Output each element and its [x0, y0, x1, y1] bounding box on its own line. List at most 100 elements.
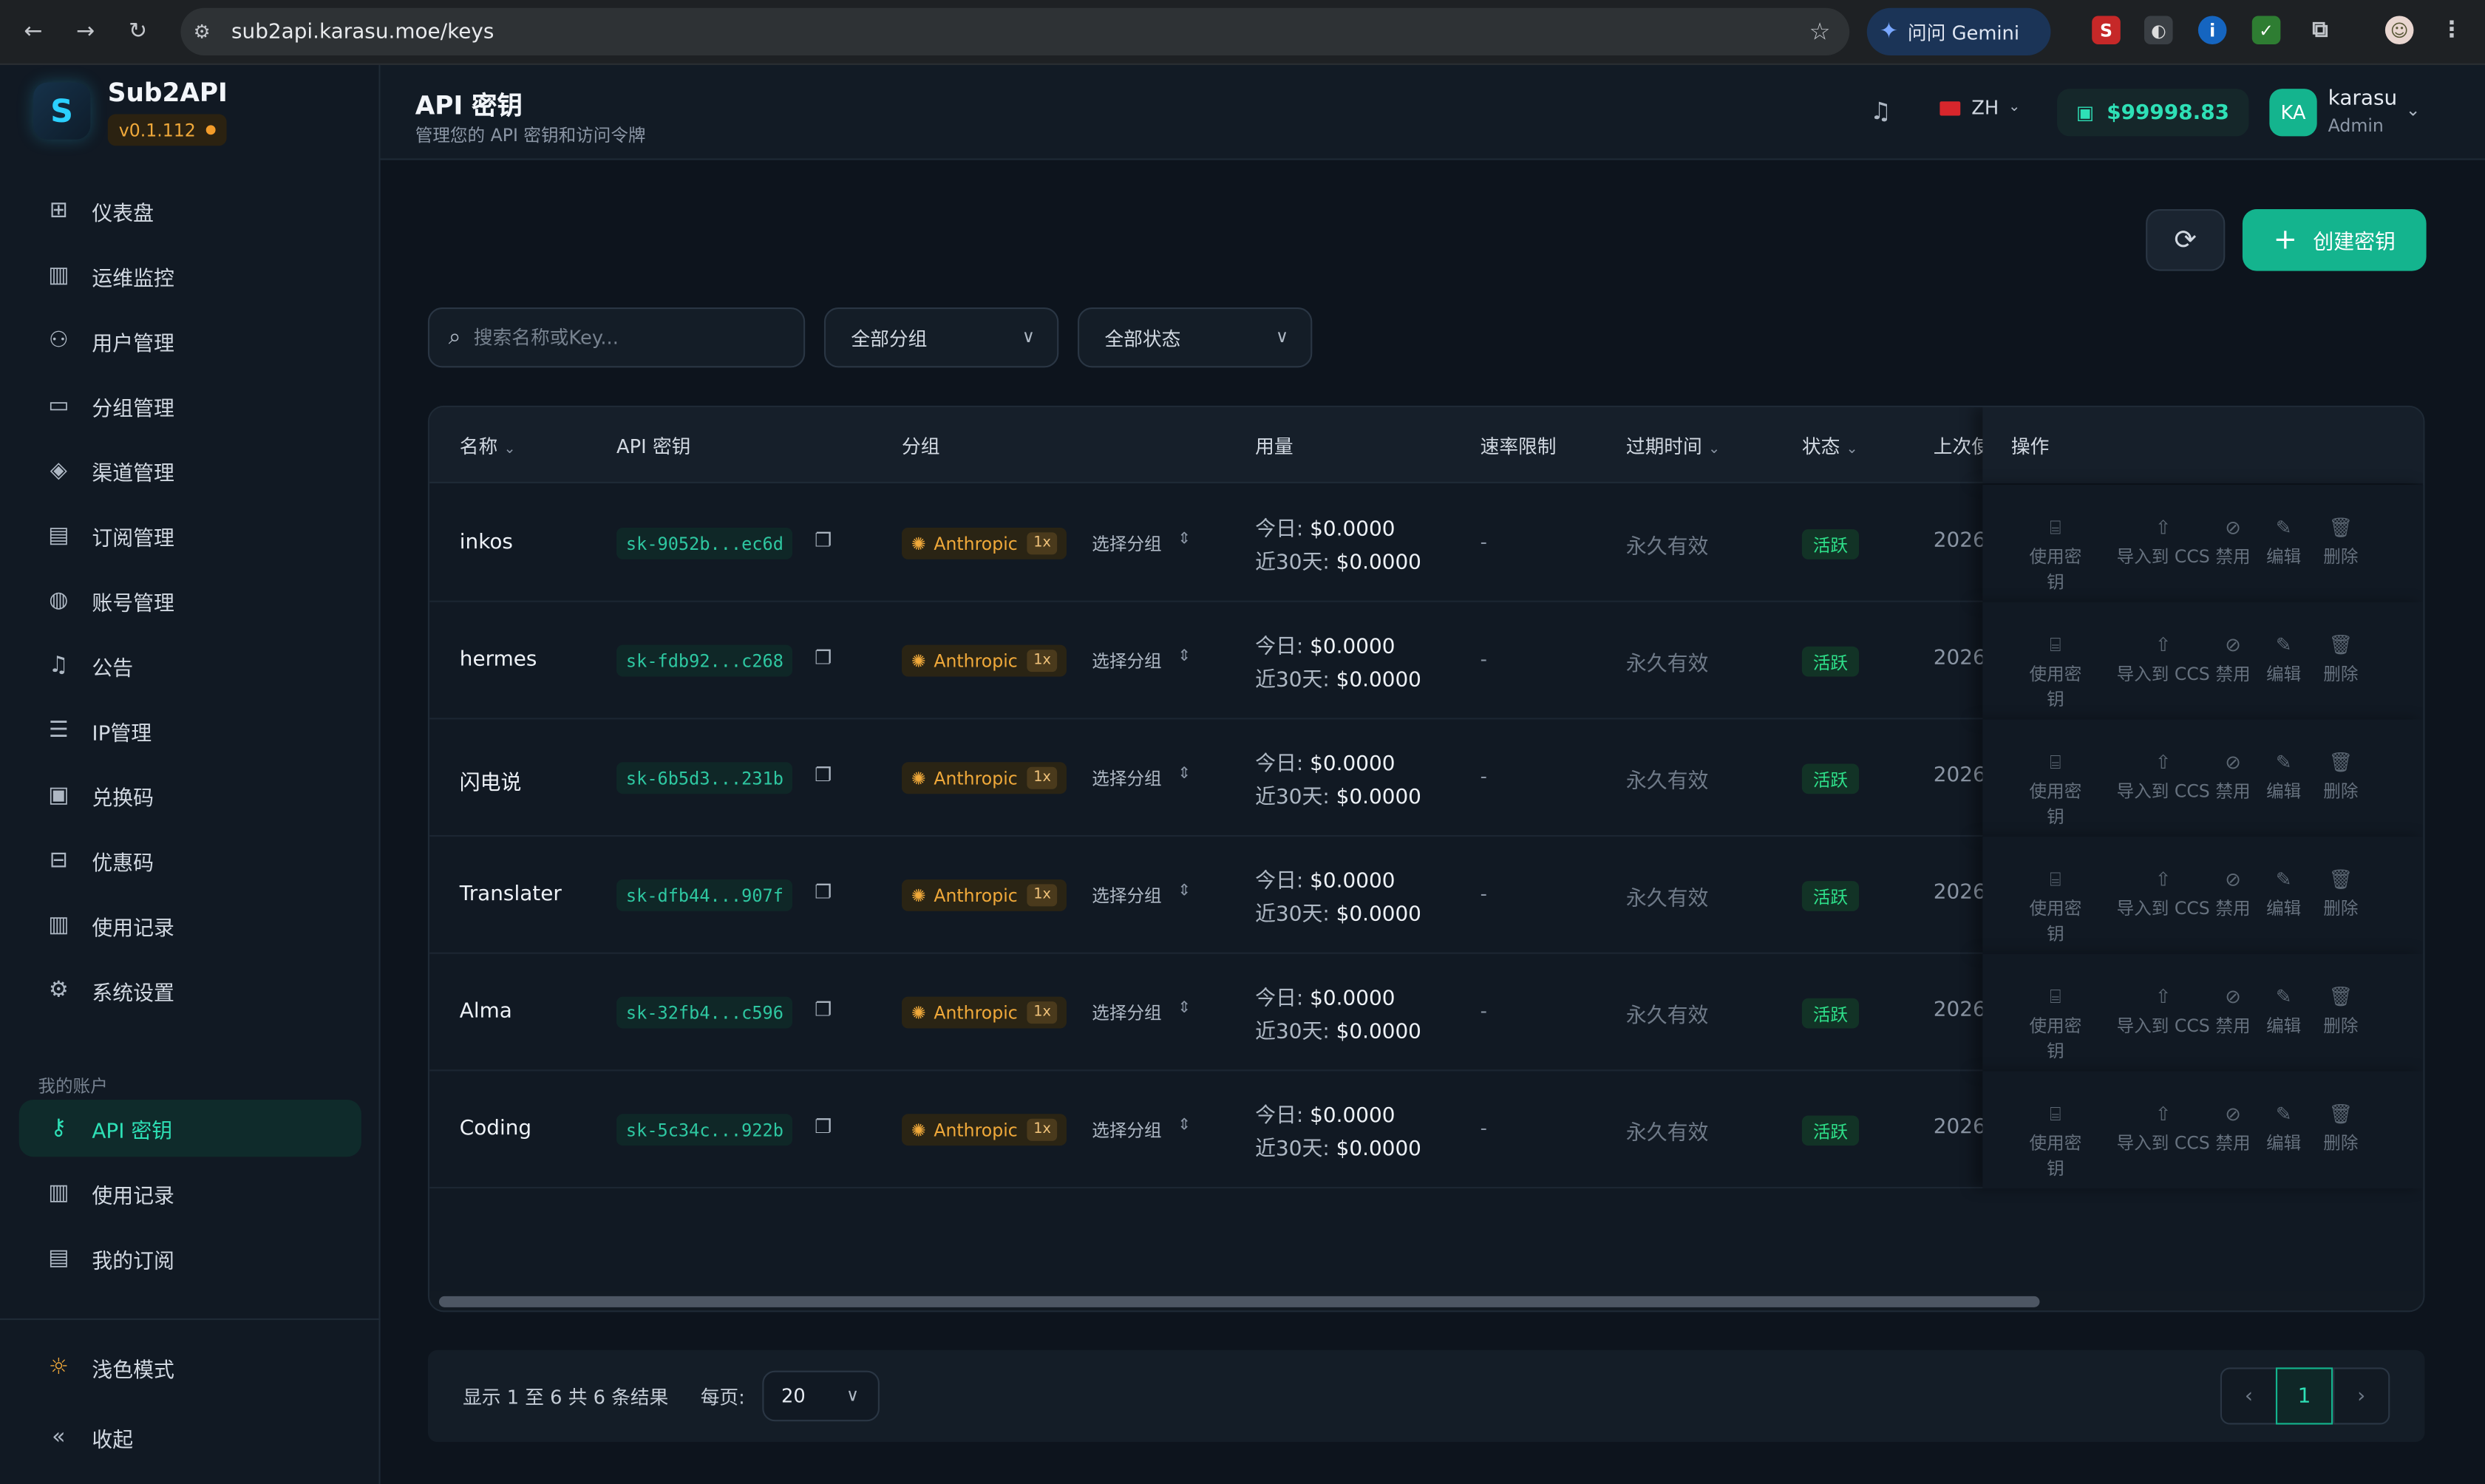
extension-shield-icon[interactable]: ✓ — [2251, 16, 2281, 45]
horizontal-scrollbar-thumb[interactable] — [438, 1296, 2040, 1307]
extension-s-icon[interactable]: S — [2092, 16, 2121, 45]
notification-bell-icon[interactable]: ♫ — [1870, 97, 1891, 126]
sidebar-item-usage[interactable]: ▥ 使用记录 — [19, 1165, 361, 1222]
delete-button[interactable]: 🗑 删除 — [2323, 751, 2358, 803]
status-filter-select[interactable]: 全部状态 ∨ — [1077, 307, 1313, 368]
collapse-sidebar-button[interactable]: « 收起 — [19, 1409, 361, 1466]
chevron-updown-icon[interactable]: ⇕ — [1177, 882, 1191, 900]
clipboard-icon[interactable]: ❐ — [815, 1115, 832, 1137]
select-group-dropdown[interactable]: 选择分组 — [1092, 648, 1161, 673]
prev-page-button[interactable]: ‹ — [2220, 1367, 2278, 1425]
select-group-dropdown[interactable]: 选择分组 — [1092, 1117, 1161, 1143]
use-key-button[interactable]: ⌸ 使用密钥 — [2024, 986, 2087, 1063]
use-key-button[interactable]: ⌸ 使用密钥 — [2024, 1103, 2087, 1180]
create-key-button[interactable]: + 创建密钥 — [2242, 209, 2427, 271]
sidebar-item-accounts[interactable]: ◍ 账号管理 — [19, 572, 361, 629]
sidebar-item-coupons[interactable]: ⊟ 优惠码 — [19, 832, 361, 889]
search-input[interactable] — [473, 326, 759, 349]
delete-button[interactable]: 🗑 删除 — [2323, 634, 2358, 687]
use-key-button[interactable]: ⌸ 使用密钥 — [2024, 517, 2087, 594]
disable-button[interactable]: ⊘ 禁用 — [2215, 1103, 2250, 1155]
balance-badge[interactable]: ▣ $99998.83 — [2057, 89, 2248, 137]
sidebar-item-my-subscription[interactable]: ▤ 我的订阅 — [19, 1230, 361, 1287]
sidebar-item-api-keys[interactable]: ⚷ API 密钥 — [18, 1100, 361, 1157]
edit-button[interactable]: ✎ 编辑 — [2266, 634, 2301, 687]
chevron-updown-icon[interactable]: ⇕ — [1177, 648, 1191, 666]
sidebar-item-subscriptions[interactable]: ▤ 订阅管理 — [19, 507, 361, 564]
import-ccs-button[interactable]: ⇧ 导入到 CCS — [2114, 634, 2212, 687]
import-ccs-button[interactable]: ⇧ 导入到 CCS — [2114, 1103, 2212, 1155]
sidebar-item-redeem[interactable]: ▣ 兑换码 — [19, 767, 361, 824]
sidebar-item-ip[interactable]: ☰ IP管理 — [19, 702, 361, 759]
user-name[interactable]: karasu — [2328, 87, 2397, 111]
refresh-button[interactable]: ⟳ — [2146, 209, 2226, 271]
sidebar-item-ops-monitor[interactable]: ▥ 运维监控 — [19, 247, 361, 304]
select-group-dropdown[interactable]: 选择分组 — [1092, 531, 1161, 556]
edit-button[interactable]: ✎ 编辑 — [2266, 986, 2301, 1038]
per-page-select[interactable]: 20 ∨ — [762, 1370, 880, 1422]
delete-button[interactable]: 🗑 删除 — [2323, 868, 2358, 921]
clipboard-icon[interactable]: ❐ — [815, 881, 832, 903]
search-box[interactable]: ⌕ — [427, 307, 806, 368]
edit-button[interactable]: ✎ 编辑 — [2266, 1103, 2301, 1155]
language-switcher[interactable]: ZH ⌄ — [1940, 97, 2020, 119]
select-group-dropdown[interactable]: 选择分组 — [1092, 882, 1161, 908]
chevron-updown-icon[interactable]: ⇕ — [1177, 766, 1191, 783]
clipboard-icon[interactable]: ❐ — [815, 529, 832, 551]
extension-glasses-icon[interactable]: ◐ — [2144, 16, 2173, 45]
delete-button[interactable]: 🗑 删除 — [2323, 517, 2358, 569]
import-ccs-button[interactable]: ⇧ 导入到 CCS — [2114, 751, 2212, 803]
disable-button[interactable]: ⊘ 禁用 — [2215, 986, 2250, 1038]
address-bar[interactable]: ⚙ sub2api.karasu.moe/keys ☆ — [180, 7, 1850, 56]
profile-avatar-icon[interactable]: ☺ — [2384, 16, 2414, 45]
edit-button[interactable]: ✎ 编辑 — [2266, 517, 2301, 569]
group-filter-select[interactable]: 全部分组 ∨ — [823, 307, 1059, 368]
next-page-button[interactable]: › — [2333, 1367, 2390, 1425]
import-ccs-button[interactable]: ⇧ 导入到 CCS — [2114, 986, 2212, 1038]
bookmark-star-icon[interactable]: ☆ — [1809, 18, 1831, 47]
user-menu-chevron-icon[interactable]: ⌄ — [2406, 100, 2421, 120]
app-logo-icon[interactable]: S — [33, 82, 91, 140]
clipboard-icon[interactable]: ❐ — [815, 647, 832, 669]
user-avatar[interactable]: KA — [2269, 89, 2317, 137]
reload-icon[interactable]: ↻ — [120, 14, 155, 49]
import-ccs-button[interactable]: ⇧ 导入到 CCS — [2114, 868, 2212, 921]
disable-button[interactable]: ⊘ 禁用 — [2215, 634, 2250, 687]
extensions-puzzle-icon[interactable]: ⧉ — [2306, 16, 2335, 44]
extension-password-icon[interactable]: i — [2197, 16, 2227, 45]
select-group-dropdown[interactable]: 选择分组 — [1092, 1000, 1161, 1025]
column-header-name[interactable]: 名称 ⌄ — [460, 432, 516, 459]
site-info-icon[interactable]: ⚙ — [194, 21, 225, 43]
column-header-status[interactable]: 状态 ⌄ — [1802, 432, 1858, 459]
back-icon[interactable]: ← — [16, 14, 50, 49]
disable-button[interactable]: ⊘ 禁用 — [2215, 868, 2250, 921]
sidebar-item-announcements[interactable]: ♫ 公告 — [19, 637, 361, 694]
delete-button[interactable]: 🗑 删除 — [2323, 1103, 2358, 1155]
disable-button[interactable]: ⊘ 禁用 — [2215, 517, 2250, 569]
gemini-button[interactable]: ✦ 问问 Gemini — [1866, 7, 2051, 56]
chevron-updown-icon[interactable]: ⇕ — [1177, 1117, 1191, 1135]
clipboard-icon[interactable]: ❐ — [815, 998, 832, 1021]
disable-button[interactable]: ⊘ 禁用 — [2215, 751, 2250, 803]
edit-button[interactable]: ✎ 编辑 — [2266, 868, 2301, 921]
use-key-button[interactable]: ⌸ 使用密钥 — [2024, 634, 2087, 712]
import-ccs-button[interactable]: ⇧ 导入到 CCS — [2114, 517, 2212, 569]
forward-icon[interactable]: → — [68, 14, 103, 49]
sidebar-item-settings[interactable]: ⚙ 系统设置 — [19, 961, 361, 1018]
sidebar-item-dashboard[interactable]: ⊞ 仪表盘 — [19, 183, 361, 239]
select-group-dropdown[interactable]: 选择分组 — [1092, 766, 1161, 791]
sidebar-item-usage-admin[interactable]: ▥ 使用记录 — [19, 897, 361, 954]
sidebar-item-groups[interactable]: ▭ 分组管理 — [19, 377, 361, 434]
edit-button[interactable]: ✎ 编辑 — [2266, 751, 2301, 803]
chevron-updown-icon[interactable]: ⇕ — [1177, 531, 1191, 548]
page-1-button[interactable]: 1 — [2275, 1367, 2333, 1425]
delete-button[interactable]: 🗑 删除 — [2323, 986, 2358, 1038]
use-key-button[interactable]: ⌸ 使用密钥 — [2024, 751, 2087, 828]
theme-toggle-button[interactable]: ☼ 浅色模式 — [19, 1339, 361, 1396]
column-header-expiry[interactable]: 过期时间 ⌄ — [1626, 432, 1720, 459]
sidebar-item-users[interactable]: ⚇ 用户管理 — [19, 312, 361, 369]
clipboard-icon[interactable]: ❐ — [815, 763, 832, 786]
browser-menu-icon[interactable]: ⋮ — [2438, 16, 2467, 44]
sidebar-item-channels[interactable]: ◈ 渠道管理 — [19, 442, 361, 499]
use-key-button[interactable]: ⌸ 使用密钥 — [2024, 868, 2087, 946]
